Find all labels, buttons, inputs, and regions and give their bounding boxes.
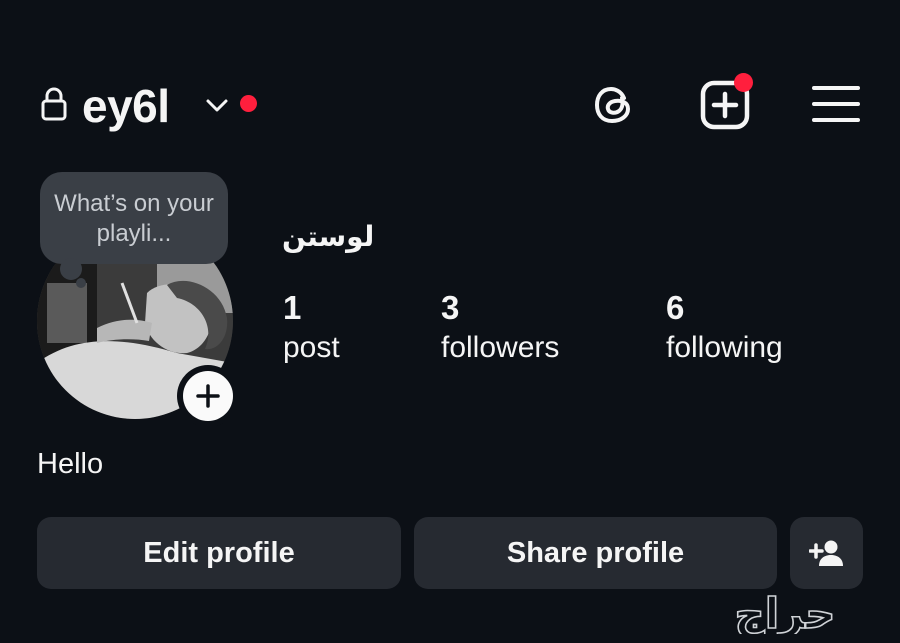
note-tail <box>60 258 82 280</box>
note-bubble[interactable]: What’s on your playli... <box>40 172 228 264</box>
edit-profile-label: Edit profile <box>143 536 295 569</box>
plus-icon <box>196 384 220 408</box>
chevron-down-icon[interactable] <box>204 92 230 118</box>
share-profile-button[interactable]: Share profile <box>414 517 777 589</box>
posts-count: 1 <box>283 289 302 326</box>
menu-icon[interactable] <box>812 84 860 124</box>
following-count: 6 <box>666 289 685 326</box>
create-notification-dot <box>734 73 753 92</box>
posts-label: post <box>283 331 340 364</box>
discover-people-button[interactable] <box>790 517 863 589</box>
watermark-logo: حراج <box>734 594 837 634</box>
posts-stat[interactable]: 1 post <box>283 288 340 368</box>
lock-icon <box>41 87 67 121</box>
following-stat[interactable]: 6 following <box>666 288 783 368</box>
watermark-text: حراج <box>734 594 835 634</box>
followers-label: followers <box>441 331 560 364</box>
add-person-icon <box>808 540 843 566</box>
username-switcher[interactable]: ey6l <box>82 78 170 134</box>
followers-count: 3 <box>441 289 460 326</box>
note-tail-small <box>76 278 86 288</box>
edit-profile-button[interactable]: Edit profile <box>37 517 401 589</box>
bio-text: Hello <box>37 448 104 480</box>
threads-icon[interactable] <box>590 80 640 130</box>
following-label: following <box>666 331 783 364</box>
add-story-button[interactable] <box>177 365 239 427</box>
share-profile-label: Share profile <box>506 536 685 569</box>
display-name: لوستن <box>282 220 375 253</box>
notification-dot <box>240 95 257 112</box>
followers-stat[interactable]: 3 followers <box>441 288 559 368</box>
